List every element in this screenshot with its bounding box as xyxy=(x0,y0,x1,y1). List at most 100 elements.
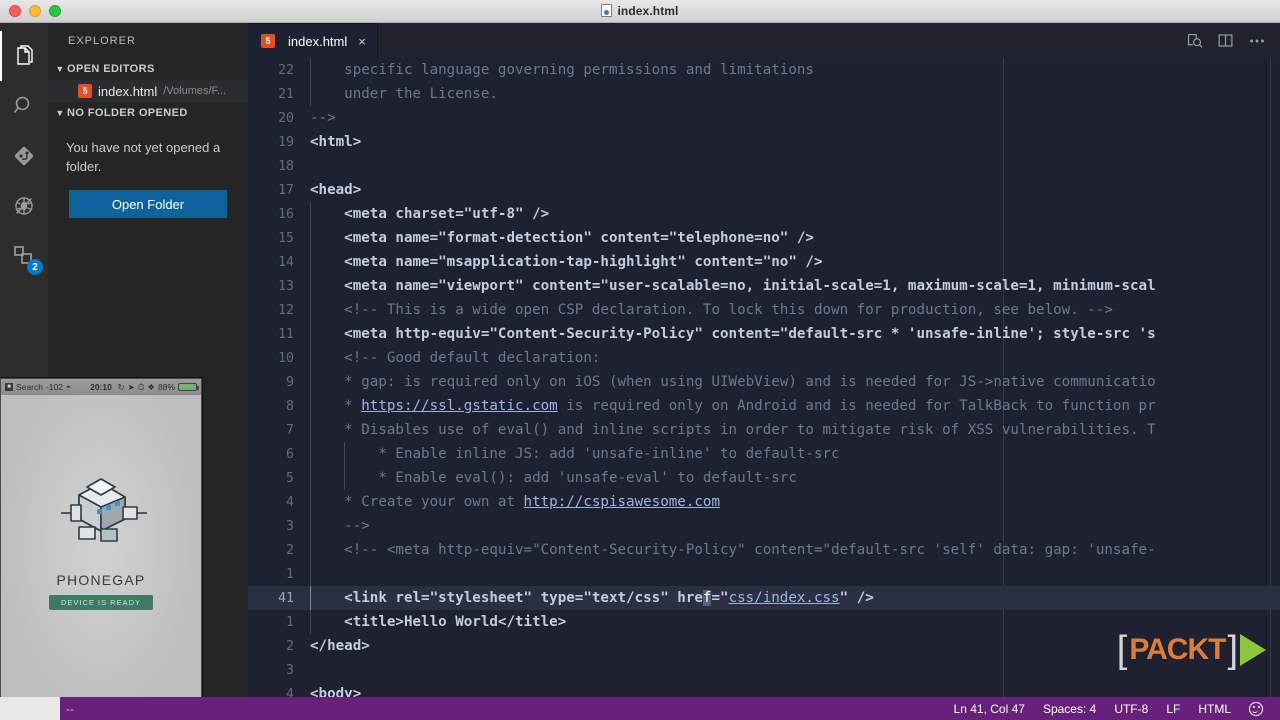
editor-tabs: 5 index.html × xyxy=(248,23,1280,58)
code-token: * Disables use of eval() and inline scri… xyxy=(310,422,1156,438)
line-number: 3 xyxy=(286,518,294,534)
open-editor-name: index.html xyxy=(98,83,158,99)
phonegap-app-name: PHONEGAP xyxy=(56,572,146,588)
code-line[interactable]: 19 <html> xyxy=(248,130,1280,154)
code-line[interactable]: 13 <meta name="viewport" content="user-s… xyxy=(248,274,1280,298)
bracket-right: ] xyxy=(1227,629,1238,671)
code-token: =" xyxy=(711,590,729,606)
open-editor-item[interactable]: 5 index.html /Volumes/F... xyxy=(48,80,248,102)
code-token: <title>Hello World</title> xyxy=(310,614,567,630)
code-token: * Enable inline JS: add 'unsafe-inline' … xyxy=(310,446,840,462)
code-text: * Enable inline JS: add 'unsafe-inline' … xyxy=(310,446,840,462)
activitybar-item-search[interactable] xyxy=(0,81,48,131)
ios-status-right: ↻ ➤ ⏱ ❖ 88% xyxy=(117,381,199,393)
activitybar-item-explorer[interactable] xyxy=(0,31,48,81)
code-token: * gap: is required only on iOS (when usi… xyxy=(310,374,1156,390)
play-triangle-icon xyxy=(1240,634,1266,666)
code-link[interactable]: css/index.css xyxy=(729,590,840,606)
line-number: 5 xyxy=(286,470,294,486)
line-number: 8 xyxy=(286,398,294,414)
code-line[interactable]: 8 * https://ssl.gstatic.com is required … xyxy=(248,394,1280,418)
code-text: <meta charset="utf-8" /> xyxy=(310,206,549,222)
code-line[interactable]: 22 specific language governing permissio… xyxy=(248,58,1280,82)
code-line[interactable]: 21 under the License. xyxy=(248,82,1280,106)
status-cursor-position[interactable]: Ln 41, Col 47 xyxy=(945,697,1034,720)
code-line[interactable]: 18 xyxy=(248,154,1280,178)
files-icon xyxy=(12,44,36,68)
ios-status-bar: ■ Search -102 ◓ 20:10 ↻ ➤ ⏱ ❖ 88% xyxy=(1,379,201,395)
code-line[interactable]: 14 <meta name="msapplication-tap-highlig… xyxy=(248,250,1280,274)
code-text: * gap: is required only on iOS (when usi… xyxy=(310,374,1156,390)
line-number: 2 xyxy=(286,542,294,558)
code-text: <!-- This is a wide open CSP declaration… xyxy=(310,302,1113,318)
app-shell: 2 EXPLORER ▼ OPEN EDITORS 5 index.html /… xyxy=(0,23,1280,720)
section-no-folder[interactable]: ▼ NO FOLDER OPENED xyxy=(48,102,248,124)
ellipsis-icon[interactable] xyxy=(1248,32,1266,50)
indent-guide xyxy=(310,562,311,586)
split-editor-icon[interactable] xyxy=(1217,32,1234,49)
code-line[interactable]: 17 <head> xyxy=(248,178,1280,202)
document-icon xyxy=(601,4,613,17)
activitybar-item-debug[interactable] xyxy=(0,181,48,231)
code-line[interactable]: 2 <!-- <meta http-equiv="Content-Securit… xyxy=(248,538,1280,562)
status-eol[interactable]: LF xyxy=(1157,697,1189,720)
line-number: 1 xyxy=(286,566,294,582)
code-link[interactable]: https://ssl.gstatic.com xyxy=(361,398,557,414)
line-number: 21 xyxy=(278,86,294,102)
code-line[interactable]: 4 * Create your own at http://cspisaweso… xyxy=(248,490,1280,514)
activitybar-item-source-control[interactable] xyxy=(0,131,48,181)
code-line[interactable]: 6 * Enable inline JS: add 'unsafe-inline… xyxy=(248,442,1280,466)
tab-index-html[interactable]: 5 index.html × xyxy=(248,23,378,58)
device-ready-badge: DEVICE IS READY xyxy=(49,595,153,610)
chevron-down-icon: ▼ xyxy=(55,108,65,118)
code-line-active[interactable]: 41 <link rel="stylesheet" type="text/css… xyxy=(248,586,1280,610)
code-line[interactable]: 9 * gap: is required only on iOS (when u… xyxy=(248,370,1280,394)
line-number: 2 xyxy=(286,638,294,654)
code-token: * Create your own at xyxy=(310,494,524,510)
status-bar-right: Ln 41, Col 47 Spaces: 4 UTF-8 LF HTML xyxy=(945,697,1280,720)
packt-watermark: [ PACKT ] xyxy=(1117,629,1266,671)
code-token: --> xyxy=(310,518,370,534)
code-editor[interactable]: 22 specific language governing permissio… xyxy=(248,58,1280,697)
code-line[interactable]: 11 <meta http-equiv="Content-Security-Po… xyxy=(248,322,1280,346)
code-token: <!-- <meta http-equiv="Content-Security-… xyxy=(310,542,1156,558)
code-line[interactable]: 7 * Disables use of eval() and inline sc… xyxy=(248,418,1280,442)
status-indentation[interactable]: Spaces: 4 xyxy=(1034,697,1105,720)
code-line[interactable]: 3 --> xyxy=(248,514,1280,538)
code-text: --> xyxy=(310,110,336,126)
code-line[interactable]: 20 --> xyxy=(248,106,1280,130)
code-token: <meta name="format-detection" content="t… xyxy=(310,230,814,246)
editor-actions xyxy=(1186,23,1274,58)
search-icon xyxy=(12,94,36,118)
open-editors-label: OPEN EDITORS xyxy=(67,63,155,75)
code-line[interactable]: 15 <meta name="format-detection" content… xyxy=(248,226,1280,250)
code-text: <meta name="format-detection" content="t… xyxy=(310,230,814,246)
line-number: 22 xyxy=(278,62,294,78)
code-link[interactable]: http://cspisawesome.com xyxy=(524,494,720,510)
status-feedback[interactable] xyxy=(1240,697,1272,720)
section-open-editors[interactable]: ▼ OPEN EDITORS xyxy=(48,58,248,80)
bluetooth-icon: ❖ xyxy=(147,381,155,392)
code-line[interactable]: 16 <meta charset="utf-8" /> xyxy=(248,202,1280,226)
rotation-lock-icon: ↻ xyxy=(117,381,125,392)
code-token: <html> xyxy=(310,134,362,150)
status-language-mode[interactable]: HTML xyxy=(1189,697,1240,720)
status-bar-left-stub xyxy=(0,697,60,720)
preview-icon[interactable] xyxy=(1186,32,1203,49)
code-token: <link rel="stylesheet" type="text/css" h… xyxy=(310,590,703,606)
status-encoding[interactable]: UTF-8 xyxy=(1105,697,1157,720)
close-icon[interactable]: × xyxy=(358,34,366,49)
phone-simulator[interactable]: ■ Search -102 ◓ 20:10 ↻ ➤ ⏱ ❖ 88% PHONEG… xyxy=(0,378,202,720)
code-line[interactable]: 1 xyxy=(248,562,1280,586)
activitybar-item-extensions[interactable]: 2 xyxy=(0,231,48,281)
code-text: <title>Hello World</title> xyxy=(310,614,566,630)
tab-label: index.html xyxy=(288,33,348,49)
code-line[interactable]: 12 <!-- This is a wide open CSP declarat… xyxy=(248,298,1280,322)
code-line[interactable]: 4 <body> xyxy=(248,682,1280,697)
code-line[interactable]: 5 * Enable eval(): add 'unsafe-eval' to … xyxy=(248,466,1280,490)
open-folder-button[interactable]: Open Folder xyxy=(69,190,227,218)
code-lines: 22 specific language governing permissio… xyxy=(248,58,1280,697)
code-token: specific language governing permissions … xyxy=(310,62,814,78)
code-line[interactable]: 10 <!-- Good default declaration: xyxy=(248,346,1280,370)
battery-percent: 88% xyxy=(157,382,175,392)
